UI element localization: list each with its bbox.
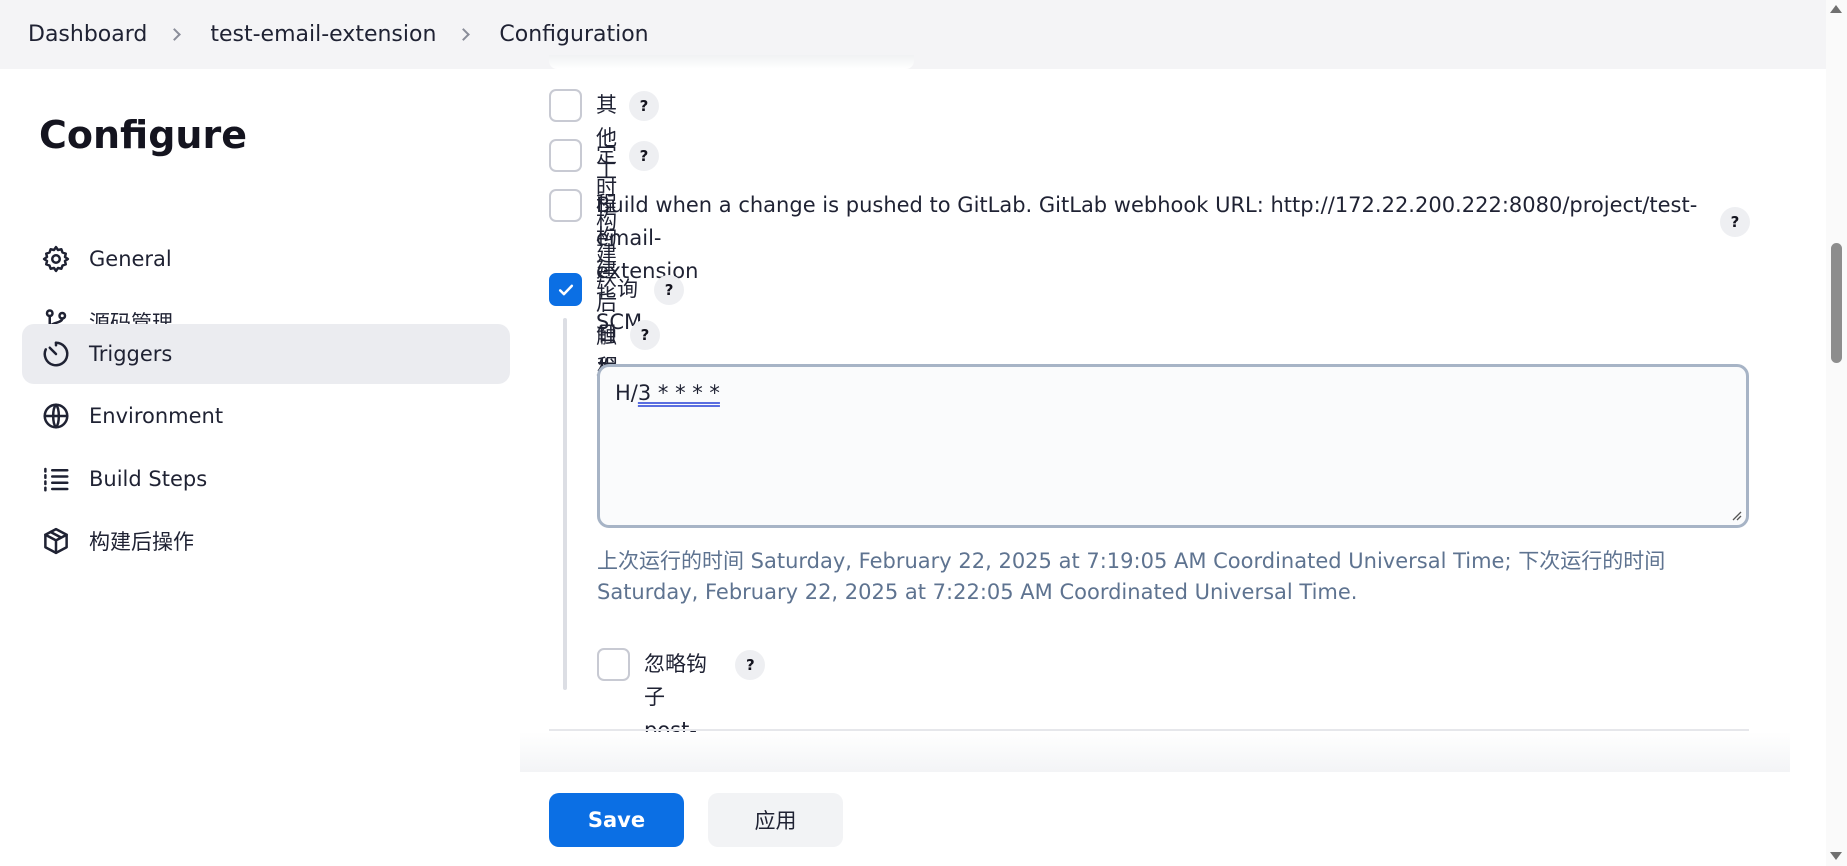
sidebar-item-general[interactable]: General [22, 229, 510, 289]
trigger-gitlab: Build when a change is pushed to GitLab.… [549, 189, 1750, 288]
schedule-value-prefix: H/ [615, 381, 638, 405]
help-icon[interactable]: ? [654, 275, 685, 305]
scroll-up-icon[interactable] [1830, 5, 1842, 13]
sidebar-item-label: Environment [89, 404, 224, 428]
clock-icon [40, 338, 72, 370]
periodic-build-checkbox[interactable] [549, 139, 582, 172]
section-edge [549, 55, 914, 69]
gear-icon [40, 243, 72, 275]
help-icon[interactable]: ? [735, 650, 766, 680]
chevron-right-icon [168, 28, 182, 41]
gitlab-push-label-line1: Build when a change is pushed to GitLab.… [596, 193, 1698, 250]
sidebar-item-build-steps[interactable]: Build Steps [22, 449, 510, 509]
scroll-down-icon[interactable] [1830, 852, 1842, 860]
gitlab-push-checkbox[interactable] [549, 189, 582, 222]
chevron-right-icon [457, 28, 471, 41]
ignore-post-commit-checkbox[interactable] [597, 648, 630, 681]
help-icon[interactable]: ? [1720, 207, 1750, 237]
resize-handle-icon[interactable] [1730, 509, 1742, 521]
gitlab-push-label: Build when a change is pushed to GitLab.… [596, 189, 1706, 288]
globe-icon [40, 400, 72, 432]
sidebar-item-label: General [89, 247, 172, 271]
page-title: Configure [39, 113, 247, 157]
sidebar-item-label: Triggers [89, 342, 173, 366]
schedule-run-info: 上次运行的时间 Saturday, February 22, 2025 at 7… [597, 549, 1666, 604]
sidebar-item-post-build[interactable]: 构建后操作 [22, 511, 510, 571]
nested-section-bar [563, 318, 567, 690]
sidebar-item-label: 构建后操作 [89, 530, 194, 554]
list-icon [40, 463, 72, 495]
page-scrollbar[interactable] [1826, 0, 1847, 866]
breadcrumb-project[interactable]: test-email-extension [210, 22, 436, 47]
help-icon[interactable]: ? [630, 320, 660, 350]
help-icon[interactable]: ? [629, 91, 659, 121]
schedule-value-spellcheck: 3 * * * * [637, 381, 720, 405]
scrollbar-thumb[interactable] [1831, 243, 1842, 363]
poll-scm-checkbox[interactable] [549, 273, 582, 306]
breadcrumb-dashboard[interactable]: Dashboard [28, 22, 147, 47]
sidebar-item-triggers[interactable]: Triggers [22, 324, 510, 384]
package-icon [40, 525, 72, 557]
apply-button[interactable]: 应用 [708, 793, 843, 847]
save-button[interactable]: Save [549, 793, 684, 847]
sidebar-item-environment[interactable]: Environment [22, 386, 510, 446]
schedule-textarea[interactable]: H/3 * * * * [597, 364, 1749, 528]
bottom-bar-shadow [520, 732, 1790, 772]
check-icon [558, 284, 573, 295]
breadcrumb-configuration[interactable]: Configuration [499, 22, 648, 47]
other-projects-checkbox[interactable] [549, 89, 582, 122]
sidebar-item-label: Build Steps [89, 467, 208, 491]
section-divider [549, 729, 1749, 731]
help-icon[interactable]: ? [629, 141, 659, 171]
